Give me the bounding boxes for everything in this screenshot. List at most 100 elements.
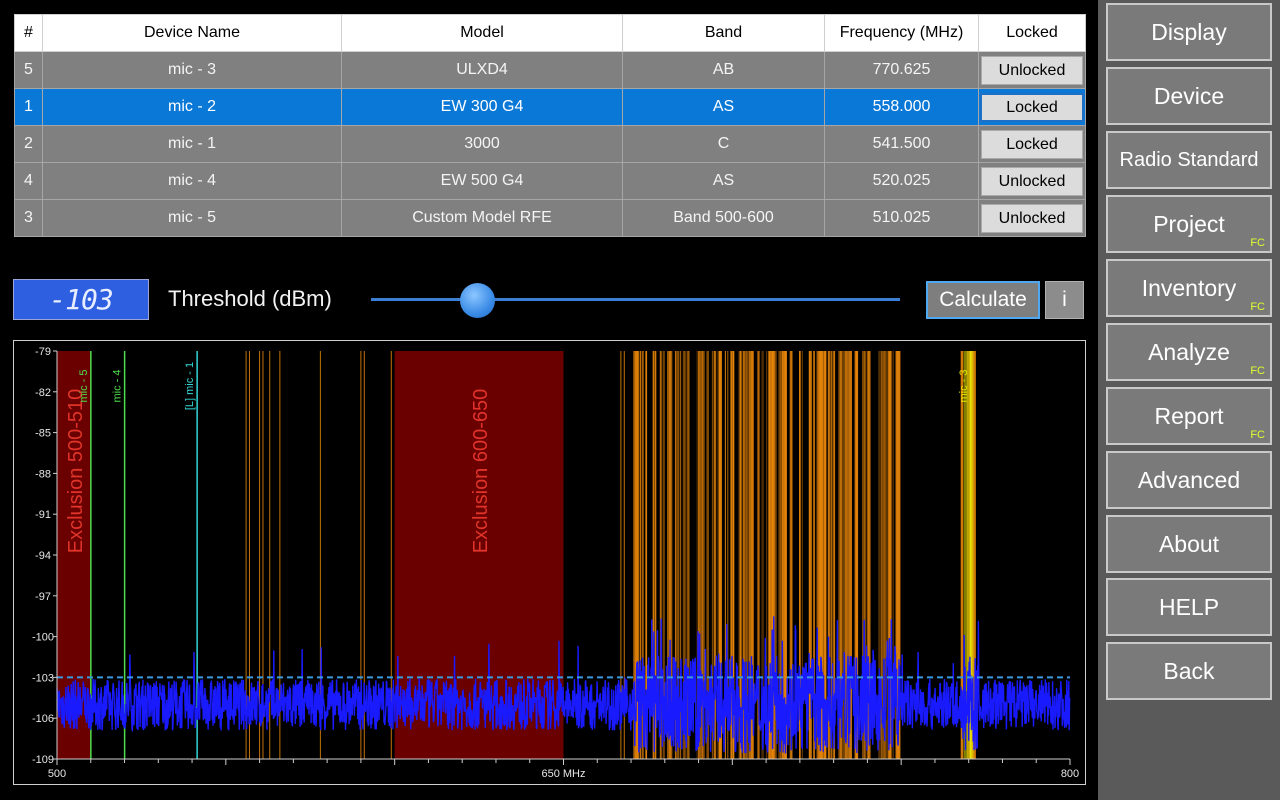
device-name-cell[interactable]: mic - 5 <box>42 199 342 237</box>
device-table: # Device Name Model Band Frequency (MHz)… <box>14 14 1086 237</box>
back-button[interactable]: Back <box>1106 642 1272 700</box>
lock-toggle-button[interactable]: Locked <box>981 129 1083 159</box>
frequency-cell[interactable]: 558.000 <box>824 88 979 126</box>
band-cell[interactable]: Band 500-600 <box>622 199 825 237</box>
column-header-band[interactable]: Band <box>622 14 825 52</box>
advanced-button[interactable]: Advanced <box>1106 451 1272 509</box>
menu-label: HELP <box>1158 594 1220 620</box>
table-row-selected[interactable]: 1 mic - 2 EW 300 G4 AS 558.000 Locked <box>14 88 1086 126</box>
lock-toggle-button[interactable]: Locked <box>980 92 1084 122</box>
locked-cell: Locked <box>978 88 1086 126</box>
column-header-model[interactable]: Model <box>341 14 623 52</box>
lock-toggle-button[interactable]: Unlocked <box>981 55 1083 85</box>
model-cell[interactable]: 3000 <box>341 125 623 163</box>
analyze-button[interactable]: Analyze FC <box>1106 323 1272 381</box>
threshold-slider-track[interactable] <box>371 298 900 301</box>
threshold-value-display[interactable]: -103 <box>13 279 149 320</box>
exclusion-label: Exclusion 600-650 <box>470 389 492 554</box>
y-tick-label: -109 <box>32 754 54 766</box>
fc-badge: FC <box>1250 301 1265 313</box>
device-name-cell[interactable]: mic - 1 <box>42 125 342 163</box>
menu-label: About <box>1158 531 1220 557</box>
model-cell[interactable]: EW 300 G4 <box>341 88 623 126</box>
model-cell[interactable]: ULXD4 <box>341 51 623 89</box>
locked-cell: Unlocked <box>978 162 1086 200</box>
row-number: 1 <box>14 88 43 126</box>
column-header-number[interactable]: # <box>14 14 43 52</box>
y-tick-label: -100 <box>32 632 54 644</box>
radio-standard-button[interactable]: Radio Standard <box>1106 131 1272 189</box>
lock-toggle-button[interactable]: Unlocked <box>981 166 1083 196</box>
menu-label: Back <box>1163 658 1215 684</box>
y-tick-label: -103 <box>32 672 54 684</box>
band-cell[interactable]: AS <box>622 162 825 200</box>
menu-label: Display <box>1151 19 1227 45</box>
y-tick-label: -106 <box>32 713 54 725</box>
menu-label: Project <box>1153 211 1225 237</box>
column-header-device-name[interactable]: Device Name <box>42 14 342 52</box>
column-header-frequency[interactable]: Frequency (MHz) <box>824 14 979 52</box>
about-button[interactable]: About <box>1106 515 1272 573</box>
fc-badge: FC <box>1250 429 1265 441</box>
threshold-label: Threshold (dBm) <box>168 286 332 311</box>
display-button[interactable]: Display <box>1106 3 1272 61</box>
y-tick-label: -79 <box>35 346 51 358</box>
table-row[interactable]: 5 mic - 3 ULXD4 AB 770.625 Unlocked <box>14 51 1086 89</box>
band-cell[interactable]: AS <box>622 88 825 126</box>
menu-label: Advanced <box>1137 467 1241 493</box>
info-button[interactable]: i <box>1045 281 1084 319</box>
table-row[interactable]: 3 mic - 5 Custom Model RFE Band 500-600 … <box>14 199 1086 237</box>
y-tick-label: -85 <box>35 428 51 440</box>
report-button[interactable]: Report FC <box>1106 387 1272 445</box>
fc-badge: FC <box>1250 237 1265 249</box>
table-header-row: # Device Name Model Band Frequency (MHz)… <box>14 14 1086 52</box>
menu-label: Analyze <box>1148 339 1230 365</box>
device-name-cell[interactable]: mic - 2 <box>42 88 342 126</box>
menu-label: Device <box>1153 83 1225 109</box>
frequency-cell[interactable]: 510.025 <box>824 199 979 237</box>
x-tick-label: 650 MHz <box>541 768 585 780</box>
locked-cell: Unlocked <box>978 199 1086 237</box>
fc-badge: FC <box>1250 365 1265 377</box>
table-row[interactable]: 2 mic - 1 3000 C 541.500 Locked <box>14 125 1086 163</box>
lock-toggle-button[interactable]: Unlocked <box>981 203 1083 233</box>
mic-marker-label: mic - 5 <box>78 370 90 403</box>
band-cell[interactable]: C <box>622 125 825 163</box>
y-tick-label: -94 <box>35 550 51 562</box>
model-cell[interactable]: EW 500 G4 <box>341 162 623 200</box>
locked-cell: Unlocked <box>978 51 1086 89</box>
menu-label: Inventory <box>1141 275 1237 301</box>
spectrum-chart[interactable]: Exclusion 500-510 Exclusion 600-650 mic - … <box>13 340 1086 785</box>
row-number: 5 <box>14 51 43 89</box>
mic-marker-label: mic - 3 <box>958 370 970 403</box>
frequency-cell[interactable]: 541.500 <box>824 125 979 163</box>
menu-label: Report <box>1154 403 1224 429</box>
y-tick-label: -97 <box>35 591 51 603</box>
frequency-cell[interactable]: 520.025 <box>824 162 979 200</box>
device-button[interactable]: Device <box>1106 67 1272 125</box>
frequency-cell[interactable]: 770.625 <box>824 51 979 89</box>
x-tick-label: 500 <box>48 768 66 780</box>
calculate-button[interactable]: Calculate <box>926 281 1040 319</box>
locked-cell: Locked <box>978 125 1086 163</box>
inventory-button[interactable]: Inventory FC <box>1106 259 1272 317</box>
device-name-cell[interactable]: mic - 3 <box>42 51 342 89</box>
menu-label: Radio Standard <box>1119 149 1259 171</box>
row-number: 4 <box>14 162 43 200</box>
device-name-cell[interactable]: mic - 4 <box>42 162 342 200</box>
mic-marker-label: [L] mic - 1 <box>184 362 196 410</box>
y-tick-label: -82 <box>35 387 51 399</box>
spectrum-plot[interactable]: Exclusion 500-510 Exclusion 600-650 mic - … <box>14 341 1085 784</box>
column-header-locked[interactable]: Locked <box>978 14 1086 52</box>
y-tick-label: -88 <box>35 468 51 480</box>
x-tick-label: 800 <box>1061 768 1079 780</box>
side-menu: Display Device Radio Standard Project FC … <box>1098 0 1280 800</box>
threshold-slider-handle[interactable] <box>459 283 495 318</box>
model-cell[interactable]: Custom Model RFE <box>341 199 623 237</box>
band-cell[interactable]: AB <box>622 51 825 89</box>
y-tick-label: -91 <box>35 509 51 521</box>
exclusion-label: Exclusion 500-510 <box>65 389 87 554</box>
project-button[interactable]: Project FC <box>1106 195 1272 253</box>
help-button[interactable]: HELP <box>1106 578 1272 636</box>
table-row[interactable]: 4 mic - 4 EW 500 G4 AS 520.025 Unlocked <box>14 162 1086 200</box>
